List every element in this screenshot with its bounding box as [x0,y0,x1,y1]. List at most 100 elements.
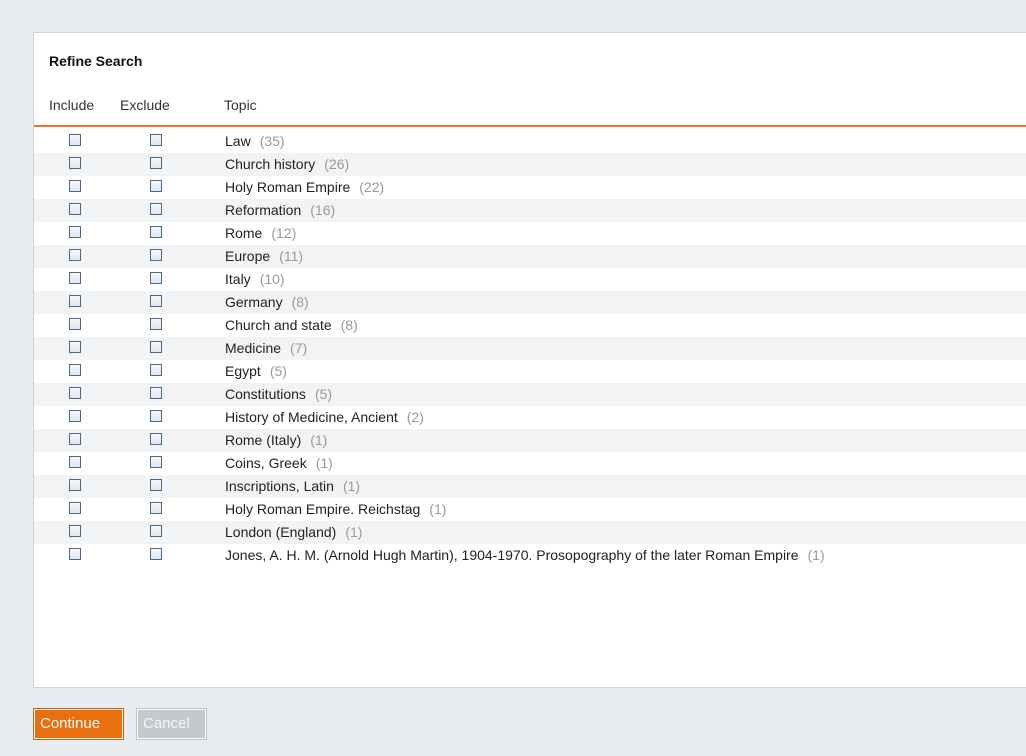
topic-link[interactable]: Rome (Italy) (1) [225,429,327,452]
table-row: Medicine (7) [34,337,1026,360]
exclude-checkbox[interactable] [150,295,162,307]
topic-link[interactable]: London (England) (1) [225,521,362,544]
exclude-checkbox[interactable] [150,134,162,146]
include-column-header: Include [49,97,95,113]
topic-count: (8) [291,294,309,310]
include-checkbox[interactable] [69,180,81,192]
topic-label: Inscriptions, Latin [225,478,334,494]
topic-column-header: Topic [224,97,257,113]
include-checkbox[interactable] [69,479,81,491]
table-header: Include Exclude Topic [34,93,1026,127]
topic-link[interactable]: Holy Roman Empire (22) [225,176,384,199]
topic-link[interactable]: Germany (8) [225,291,309,314]
exclude-checkbox[interactable] [150,364,162,376]
topic-link[interactable]: Inscriptions, Latin (1) [225,475,360,498]
table-row: Reformation (16) [34,199,1026,222]
topic-link[interactable]: Church history (26) [225,153,349,176]
include-checkbox[interactable] [69,157,81,169]
exclude-checkbox[interactable] [150,433,162,445]
include-checkbox[interactable] [69,525,81,537]
exclude-checkbox[interactable] [150,272,162,284]
include-checkbox[interactable] [69,295,81,307]
topic-link[interactable]: Holy Roman Empire. Reichstag (1) [225,498,446,521]
topic-count: (7) [290,340,308,356]
include-checkbox[interactable] [69,410,81,422]
exclude-checkbox[interactable] [150,456,162,468]
exclude-checkbox[interactable] [150,157,162,169]
topic-link[interactable]: Italy (10) [225,268,285,291]
table-row: History of Medicine, Ancient (2) [34,406,1026,429]
table-row: Law (35) [34,130,1026,153]
exclude-checkbox[interactable] [150,548,162,560]
topic-link[interactable]: Constitutions (5) [225,383,332,406]
topic-count: (35) [259,133,285,149]
exclude-checkbox[interactable] [150,502,162,514]
topic-link[interactable]: Medicine (7) [225,337,307,360]
include-checkbox[interactable] [69,364,81,376]
table-row: Constitutions (5) [34,383,1026,406]
include-checkbox[interactable] [69,387,81,399]
include-checkbox[interactable] [69,134,81,146]
include-checkbox[interactable] [69,502,81,514]
topic-link[interactable]: History of Medicine, Ancient (2) [225,406,424,429]
continue-button[interactable]: Continue [33,708,124,740]
topic-link[interactable]: Coins, Greek (1) [225,452,333,475]
include-checkbox[interactable] [69,226,81,238]
panel-title: Refine Search [49,53,143,69]
table-row: Church and state (8) [34,314,1026,337]
topic-label: Reformation [225,202,302,218]
topic-count: (1) [345,524,363,540]
topic-link[interactable]: Reformation (16) [225,199,335,222]
exclude-checkbox[interactable] [150,318,162,330]
table-row: Jones, A. H. M. (Arnold Hugh Martin), 19… [34,544,1026,567]
topic-count: (1) [807,547,825,563]
exclude-column-header: Exclude [120,97,170,113]
topic-count: (12) [271,225,297,241]
topic-label: History of Medicine, Ancient [225,409,398,425]
topic-link[interactable]: Egypt (5) [225,360,287,383]
topic-label: Rome (Italy) [225,432,302,448]
topic-count: (16) [310,202,336,218]
topic-label: Constitutions [225,386,306,402]
exclude-checkbox[interactable] [150,180,162,192]
exclude-checkbox[interactable] [150,249,162,261]
topic-link[interactable]: Church and state (8) [225,314,358,337]
topic-label: Holy Roman Empire. Reichstag [225,501,421,517]
cancel-button[interactable]: Cancel [136,708,207,740]
exclude-checkbox[interactable] [150,479,162,491]
topic-label: Jones, A. H. M. (Arnold Hugh Martin), 19… [225,547,799,563]
topic-link[interactable]: Law (35) [225,130,285,153]
exclude-checkbox[interactable] [150,387,162,399]
topic-count: (26) [324,156,350,172]
topic-label: Europe [225,248,271,264]
topic-label: Egypt [225,363,261,379]
exclude-checkbox[interactable] [150,341,162,353]
topic-count: (2) [406,409,424,425]
topic-list: Law (35) Church history (26) Holy Roman Empi… [34,130,1026,567]
topic-label: Rome [225,225,263,241]
include-checkbox[interactable] [69,318,81,330]
include-checkbox[interactable] [69,548,81,560]
topic-label: London (England) [225,524,337,540]
table-row: Holy Roman Empire (22) [34,176,1026,199]
exclude-checkbox[interactable] [150,410,162,422]
topic-label: Germany [225,294,283,310]
exclude-checkbox[interactable] [150,525,162,537]
table-row: Rome (Italy) (1) [34,429,1026,452]
topic-link[interactable]: Rome (12) [225,222,296,245]
topic-link[interactable]: Jones, A. H. M. (Arnold Hugh Martin), 19… [225,544,825,567]
topic-label: Coins, Greek [225,455,307,471]
include-checkbox[interactable] [69,272,81,284]
topic-label: Church and state [225,317,332,333]
exclude-checkbox[interactable] [150,226,162,238]
include-checkbox[interactable] [69,341,81,353]
include-checkbox[interactable] [69,249,81,261]
table-row: Egypt (5) [34,360,1026,383]
topic-count: (5) [314,386,333,402]
include-checkbox[interactable] [69,456,81,468]
include-checkbox[interactable] [69,433,81,445]
topic-link[interactable]: Europe (11) [225,245,303,268]
topic-label: Italy [225,271,251,287]
include-checkbox[interactable] [69,203,81,215]
exclude-checkbox[interactable] [150,203,162,215]
